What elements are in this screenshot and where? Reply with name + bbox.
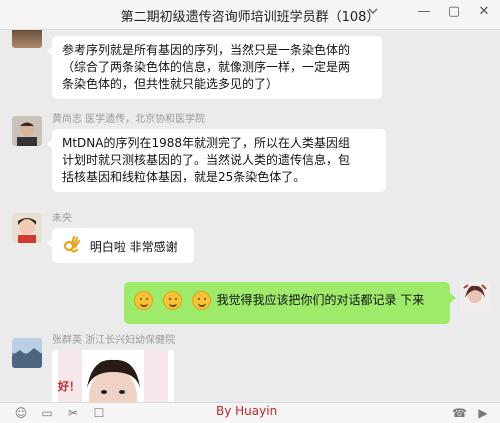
message-line: 括核基因和线粒体基因，就是25条染色体了。 <box>62 170 306 184</box>
sender-name: 未央 <box>52 213 72 224</box>
smile-emoji-icon <box>134 291 153 310</box>
avatar[interactable] <box>12 30 42 48</box>
watermark-credit: By Huayin <box>216 404 278 418</box>
title-bar: 第二期初级遗传咨询师培训班学员群（108） — ▢ ✕ <box>0 0 500 30</box>
avatar[interactable] <box>460 282 490 312</box>
emoji-icon[interactable]: ☺ <box>14 406 28 420</box>
message-line: 参考序列就是所有基因的序列，当然只是一条染色体的 <box>62 43 351 57</box>
scissors-icon[interactable]: ✂ <box>66 406 80 420</box>
message-line: MtDNA的序列在1988年就测完了，所以在人类基因组 <box>62 136 351 150</box>
message-line: 计划时就只测核基因的了。当然说人类的遗传信息，包 <box>62 153 351 167</box>
avatar[interactable] <box>12 338 42 368</box>
avatar[interactable] <box>12 116 42 146</box>
folder-icon[interactable]: ▭ <box>40 406 54 420</box>
maximize-icon[interactable]: ▢ <box>444 2 464 22</box>
chat-history-icon[interactable]: ☐ <box>92 406 106 420</box>
video-call-icon[interactable]: ▶ <box>476 406 490 420</box>
avatar[interactable] <box>12 213 42 243</box>
phone-icon[interactable]: ☎ <box>452 406 467 420</box>
sender-name: 张群英 浙江长兴妇幼保健院 <box>52 335 176 346</box>
minimize-icon[interactable]: — <box>414 2 434 22</box>
close-icon[interactable]: ✕ <box>474 2 494 22</box>
smile-emoji-icon <box>191 291 211 310</box>
image-caption: 好！ <box>58 380 80 393</box>
message-bubble[interactable]: MtDNA的序列在1988年就测完了，所以在人类基因组 计划时就只测核基因的了。… <box>47 129 386 192</box>
smile-emoji-icon <box>162 291 182 310</box>
ok-hand-icon <box>62 235 82 260</box>
message-text: 明白啦 非常感谢 <box>89 240 178 254</box>
message-bubble-self[interactable]: 我觉得我应该把你们的对话都记录 下来 <box>124 282 456 324</box>
sender-name: 黄尚志 医学遗传，北京协和医学院 <box>52 114 206 125</box>
message-line: 条染色体的，但共性就只能选多见的了） <box>62 77 279 91</box>
chevron-down-icon[interactable] <box>366 4 382 20</box>
image-message[interactable]: 好！ <box>52 350 174 402</box>
message-list[interactable]: 参考序列就是所有基因的序列，当然只是一条染色体的 （综合了两条染色体的信息，就像… <box>0 30 500 402</box>
message-text: 我觉得我应该把你们的对话都记录 下来 <box>216 293 425 307</box>
message-bubble[interactable]: 参考序列就是所有基因的序列，当然只是一条染色体的 （综合了两条染色体的信息，就像… <box>47 36 382 99</box>
message-line: （综合了两条染色体的信息，就像测序一样，一定是两 <box>62 60 351 74</box>
message-bubble[interactable]: 明白啦 非常感谢 <box>47 228 194 263</box>
